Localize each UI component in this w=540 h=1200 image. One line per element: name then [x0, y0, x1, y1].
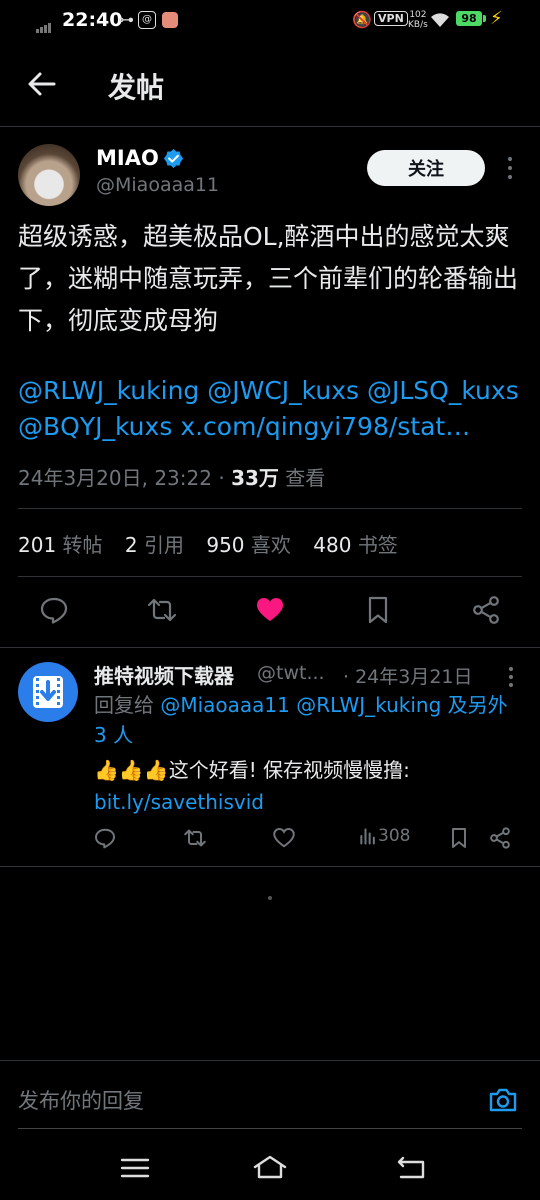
reply-author-avatar[interactable]: [18, 662, 78, 722]
verified-badge-icon: [163, 148, 184, 169]
signal-icon: [36, 14, 52, 33]
reply-body-text: 👍👍👍这个好看! 保存视频慢慢撸:: [94, 758, 410, 782]
charging-icon: ⚡: [490, 8, 503, 29]
reply-author-name[interactable]: 推特视频下载器: [94, 660, 234, 689]
divider: [0, 866, 540, 867]
reply-views-count: 308: [378, 826, 411, 846]
retweet-icon: [184, 829, 206, 847]
network-speed-value: 102: [409, 10, 427, 20]
back-nav-icon[interactable]: [393, 1150, 429, 1186]
reply-icon: [40, 597, 68, 624]
mute-icon: 🔕: [352, 10, 372, 29]
app-header: 发帖: [0, 44, 540, 127]
compose-underline: [18, 1128, 522, 1129]
divider: [0, 1060, 540, 1061]
reply-to-line: 回复给 @Miaoaaa11 @RLWJ_kuking 及另外 3 人: [94, 690, 524, 750]
menu-nav-icon[interactable]: [117, 1150, 153, 1186]
likes-stat[interactable]: 950 喜欢: [206, 533, 291, 557]
author-display-name[interactable]: MIAO: [96, 146, 159, 170]
views-count: 33万: [231, 466, 279, 490]
share-icon: [490, 827, 510, 849]
retweet-button[interactable]: [146, 594, 178, 626]
app-notification-icon: @: [138, 11, 156, 29]
home-nav-icon[interactable]: [252, 1150, 288, 1186]
key-icon: ⊶: [118, 10, 134, 29]
bookmarks-count: 480: [313, 533, 352, 557]
bookmark-icon: [368, 596, 388, 624]
mention-link[interactable]: @JLSQ_kuxs: [367, 376, 519, 405]
app-notification-icon-2: [162, 12, 178, 28]
network-speed: 102 KB/s: [408, 10, 428, 30]
reply-to-prefix: 回复给: [94, 693, 154, 717]
reply-author-handle[interactable]: @twt...: [257, 662, 325, 684]
views-chart-icon: [360, 828, 375, 845]
tweet-meta: 24年3月20日, 23:22 · 33万 查看: [18, 462, 325, 491]
share-button[interactable]: [470, 594, 502, 626]
author-avatar[interactable]: [18, 144, 80, 206]
mention-link[interactable]: @RLWJ_kuking: [18, 376, 199, 405]
vpn-badge: VPN: [374, 11, 408, 26]
tweet-mentions: @RLWJ_kuking @JWCJ_kuxs @JLSQ_kuxs @BQYJ…: [18, 373, 530, 445]
wifi-icon: [431, 13, 449, 27]
reply-body-link[interactable]: bit.ly/savethisvid: [94, 790, 264, 814]
reply-to-users[interactable]: @Miaoaaa11 @RLWJ_kuking: [160, 693, 441, 717]
quotes-stat[interactable]: 2 引用: [125, 533, 184, 557]
quotes-count: 2: [124, 533, 138, 557]
likes-count: 950: [206, 533, 245, 557]
bookmark-button[interactable]: [362, 594, 394, 626]
follow-button[interactable]: 关注: [367, 150, 485, 186]
quotes-label: 引用: [144, 533, 184, 557]
tweet-url-link[interactable]: x.com/qingyi798/stat…: [180, 412, 470, 441]
page-title: 发帖: [108, 71, 165, 104]
reply-views-button[interactable]: 308: [358, 826, 410, 854]
divider: [0, 647, 540, 648]
status-bar: 22:40 ⊶ @ 🔕 VPN 102 KB/s 98 ⚡: [0, 0, 540, 44]
reply-retweet-button[interactable]: [183, 826, 207, 854]
mention-link[interactable]: @BQYJ_kuxs: [18, 412, 172, 441]
like-button[interactable]: [254, 594, 286, 626]
views-label: 查看: [285, 466, 326, 490]
reply-more-options-icon[interactable]: [504, 664, 518, 690]
retweets-stat[interactable]: 201 转帖: [18, 533, 103, 557]
heart-icon: [273, 828, 295, 848]
retweet-icon: [147, 598, 177, 622]
reply-compose-input[interactable]: [18, 1082, 478, 1120]
author-handle[interactable]: @Miaoaaa11: [96, 174, 219, 196]
share-icon: [473, 596, 499, 624]
reply-share-button[interactable]: [488, 826, 512, 854]
tweet-stats: 201 转帖 2 引用 950 喜欢 480 书签: [18, 529, 414, 558]
loading-indicator: [268, 896, 272, 900]
more-options-icon[interactable]: [502, 154, 518, 182]
camera-icon[interactable]: [487, 1084, 519, 1116]
back-arrow-icon[interactable]: [26, 68, 58, 100]
reply-bookmark-button[interactable]: [447, 826, 471, 854]
bookmarks-stat[interactable]: 480 书签: [313, 533, 398, 557]
divider: [18, 576, 522, 577]
retweets-count: 201: [18, 533, 57, 557]
status-time: 22:40: [62, 9, 123, 31]
tweet-text: 超级诱惑，超美极品OL,醉酒中出的感觉太爽了，迷糊中随意玩弄，三个前辈们的轮番输…: [18, 222, 519, 335]
reply-icon: [95, 828, 115, 849]
bookmarks-label: 书签: [357, 533, 398, 557]
battery-icon: 98: [456, 11, 486, 26]
bookmark-icon: [452, 828, 466, 848]
reply-button[interactable]: [38, 594, 70, 626]
download-app-icon: [33, 676, 63, 708]
reply-date[interactable]: · 24年3月21日: [343, 662, 473, 689]
reply-reply-button[interactable]: [93, 826, 117, 854]
mention-link[interactable]: @JWCJ_kuxs: [207, 376, 359, 405]
divider: [18, 508, 522, 509]
network-speed-unit: KB/s: [408, 20, 428, 30]
meta-separator: ·: [211, 466, 232, 490]
retweets-label: 转帖: [62, 533, 103, 557]
reply-like-button[interactable]: [272, 826, 296, 854]
likes-label: 喜欢: [250, 533, 291, 557]
tweet-date[interactable]: 24年3月20日, 23:22: [18, 466, 212, 490]
reply-text: 👍👍👍这个好看! 保存视频慢慢撸: bit.ly/savethisvid: [94, 754, 524, 818]
heart-filled-icon: [257, 598, 283, 621]
